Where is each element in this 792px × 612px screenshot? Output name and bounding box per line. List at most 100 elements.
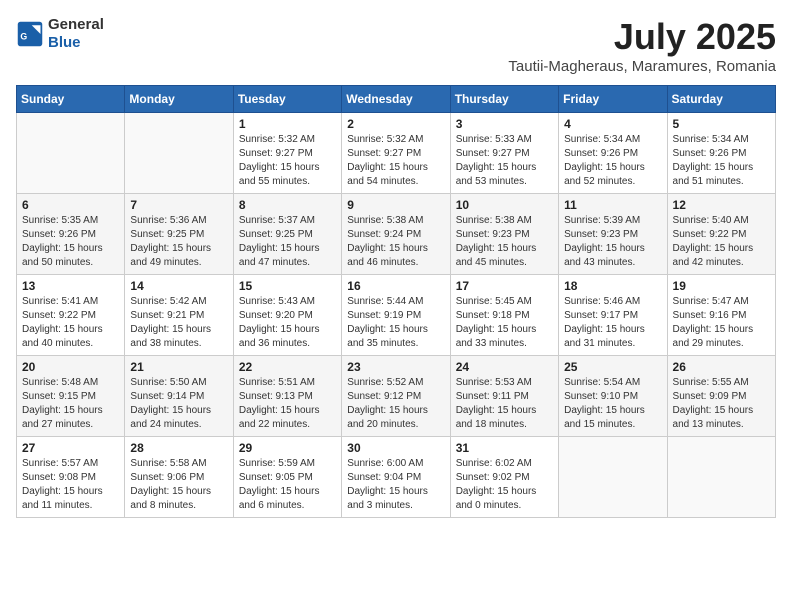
day-number: 9 [347,198,444,212]
calendar-cell: 6 Sunrise: 5:35 AM Sunset: 9:26 PM Daylig… [17,194,125,275]
calendar-cell: 16 Sunrise: 5:44 AM Sunset: 9:19 PM Dayli… [342,275,450,356]
day-number: 31 [456,441,553,455]
day-number: 11 [564,198,661,212]
calendar-cell: 19 Sunrise: 5:47 AM Sunset: 9:16 PM Dayli… [667,275,775,356]
calendar-cell: 23Sunrise: 5:52 AM Sunset: 9:12 PM Dayli… [342,356,450,437]
day-number: 1 [239,117,336,131]
day-number: 29 [239,441,336,455]
calendar-week-row: 20Sunrise: 5:48 AM Sunset: 9:15 PM Dayli… [17,356,776,437]
day-info: Sunrise: 5:41 AM Sunset: 9:22 PM Dayligh… [22,295,119,351]
day-info: Sunrise: 5:59 AM Sunset: 9:05 PM Dayligh… [239,457,336,513]
calendar-cell: 17Sunrise: 5:45 AM Sunset: 9:18 PM Dayli… [450,275,558,356]
calendar-cell: 30 Sunrise: 6:00 AM Sunset: 9:04 PM Dayli… [342,437,450,518]
weekday-header: Sunday [17,86,125,113]
day-info: Sunrise: 5:36 AM Sunset: 9:25 PM Dayligh… [130,214,227,270]
day-number: 15 [239,279,336,293]
calendar-cell: 31 Sunrise: 6:02 AM Sunset: 9:02 PM Dayli… [450,437,558,518]
page-header: G General Blue July 2025 Tautii-Magherau… [16,16,776,75]
day-info: Sunrise: 5:50 AM Sunset: 9:14 PM Dayligh… [130,376,227,432]
calendar-cell: 1Sunrise: 5:32 AM Sunset: 9:27 PM Daylig… [233,113,341,194]
day-info: Sunrise: 5:42 AM Sunset: 9:21 PM Dayligh… [130,295,227,351]
day-number: 28 [130,441,227,455]
day-info: Sunrise: 5:48 AM Sunset: 9:15 PM Dayligh… [22,376,119,432]
day-info: Sunrise: 5:40 AM Sunset: 9:22 PM Dayligh… [673,214,770,270]
day-number: 16 [347,279,444,293]
day-info: Sunrise: 5:32 AM Sunset: 9:27 PM Dayligh… [347,133,444,189]
calendar-cell: 12 Sunrise: 5:40 AM Sunset: 9:22 PM Dayli… [667,194,775,275]
day-number: 2 [347,117,444,131]
page-subtitle: Tautii-Magheraus, Maramures, Romania [508,58,776,75]
calendar-cell: 27 Sunrise: 5:57 AM Sunset: 9:08 PM Dayli… [17,437,125,518]
day-info: Sunrise: 5:52 AM Sunset: 9:12 PM Dayligh… [347,376,444,432]
day-number: 3 [456,117,553,131]
day-number: 13 [22,279,119,293]
day-info: Sunrise: 5:34 AM Sunset: 9:26 PM Dayligh… [673,133,770,189]
day-info: Sunrise: 5:34 AM Sunset: 9:26 PM Dayligh… [564,133,661,189]
calendar-cell: 2 Sunrise: 5:32 AM Sunset: 9:27 PM Daylig… [342,113,450,194]
calendar-cell: 8Sunrise: 5:37 AM Sunset: 9:25 PM Daylig… [233,194,341,275]
calendar-cell: 28 Sunrise: 5:58 AM Sunset: 9:06 PM Dayli… [125,437,233,518]
calendar-header-row: SundayMondayTuesdayWednesdayThursdayFrid… [17,86,776,113]
calendar-cell: 14 Sunrise: 5:42 AM Sunset: 9:21 PM Dayli… [125,275,233,356]
calendar-cell [559,437,667,518]
calendar-cell: 22 Sunrise: 5:51 AM Sunset: 9:13 PM Dayli… [233,356,341,437]
day-number: 5 [673,117,770,131]
day-info: Sunrise: 5:38 AM Sunset: 9:23 PM Dayligh… [456,214,553,270]
calendar-cell: 25Sunrise: 5:54 AM Sunset: 9:10 PM Dayli… [559,356,667,437]
calendar-cell: 18Sunrise: 5:46 AM Sunset: 9:17 PM Dayli… [559,275,667,356]
calendar-week-row: 13 Sunrise: 5:41 AM Sunset: 9:22 PM Dayli… [17,275,776,356]
calendar-cell: 10 Sunrise: 5:38 AM Sunset: 9:23 PM Dayli… [450,194,558,275]
day-info: Sunrise: 5:33 AM Sunset: 9:27 PM Dayligh… [456,133,553,189]
day-number: 24 [456,360,553,374]
day-number: 14 [130,279,227,293]
svg-text:G: G [20,31,27,41]
calendar-week-row: 27 Sunrise: 5:57 AM Sunset: 9:08 PM Dayli… [17,437,776,518]
calendar-cell: 4Sunrise: 5:34 AM Sunset: 9:26 PM Daylig… [559,113,667,194]
calendar-cell: 15 Sunrise: 5:43 AM Sunset: 9:20 PM Dayli… [233,275,341,356]
day-number: 25 [564,360,661,374]
day-number: 26 [673,360,770,374]
day-number: 22 [239,360,336,374]
weekday-header: Friday [559,86,667,113]
weekday-header: Tuesday [233,86,341,113]
calendar-cell: 26Sunrise: 5:55 AM Sunset: 9:09 PM Dayli… [667,356,775,437]
weekday-header: Wednesday [342,86,450,113]
calendar-cell [667,437,775,518]
logo-general: General [48,16,104,33]
calendar-cell: 11Sunrise: 5:39 AM Sunset: 9:23 PM Dayli… [559,194,667,275]
day-info: Sunrise: 5:44 AM Sunset: 9:19 PM Dayligh… [347,295,444,351]
day-number: 27 [22,441,119,455]
calendar-cell: 29 Sunrise: 5:59 AM Sunset: 9:05 PM Dayli… [233,437,341,518]
calendar-cell: 21 Sunrise: 5:50 AM Sunset: 9:14 PM Dayli… [125,356,233,437]
day-info: Sunrise: 6:02 AM Sunset: 9:02 PM Dayligh… [456,457,553,513]
day-number: 19 [673,279,770,293]
calendar-week-row: 6 Sunrise: 5:35 AM Sunset: 9:26 PM Daylig… [17,194,776,275]
day-number: 12 [673,198,770,212]
day-number: 30 [347,441,444,455]
day-number: 21 [130,360,227,374]
day-info: Sunrise: 6:00 AM Sunset: 9:04 PM Dayligh… [347,457,444,513]
day-number: 7 [130,198,227,212]
day-info: Sunrise: 5:58 AM Sunset: 9:06 PM Dayligh… [130,457,227,513]
day-info: Sunrise: 5:53 AM Sunset: 9:11 PM Dayligh… [456,376,553,432]
calendar-cell [17,113,125,194]
weekday-header: Monday [125,86,233,113]
logo: G General Blue [16,16,104,52]
day-info: Sunrise: 5:51 AM Sunset: 9:13 PM Dayligh… [239,376,336,432]
day-info: Sunrise: 5:37 AM Sunset: 9:25 PM Dayligh… [239,214,336,270]
calendar-cell: 9Sunrise: 5:38 AM Sunset: 9:24 PM Daylig… [342,194,450,275]
day-info: Sunrise: 5:47 AM Sunset: 9:16 PM Dayligh… [673,295,770,351]
calendar-cell: 3 Sunrise: 5:33 AM Sunset: 9:27 PM Daylig… [450,113,558,194]
day-info: Sunrise: 5:43 AM Sunset: 9:20 PM Dayligh… [239,295,336,351]
day-info: Sunrise: 5:35 AM Sunset: 9:26 PM Dayligh… [22,214,119,270]
logo-blue: Blue [48,34,81,51]
day-number: 17 [456,279,553,293]
day-number: 18 [564,279,661,293]
calendar-cell [125,113,233,194]
calendar-cell: 13 Sunrise: 5:41 AM Sunset: 9:22 PM Dayli… [17,275,125,356]
title-block: July 2025 Tautii-Magheraus, Maramures, R… [508,16,776,75]
day-number: 6 [22,198,119,212]
day-info: Sunrise: 5:57 AM Sunset: 9:08 PM Dayligh… [22,457,119,513]
calendar-cell: 7 Sunrise: 5:36 AM Sunset: 9:25 PM Daylig… [125,194,233,275]
day-number: 10 [456,198,553,212]
